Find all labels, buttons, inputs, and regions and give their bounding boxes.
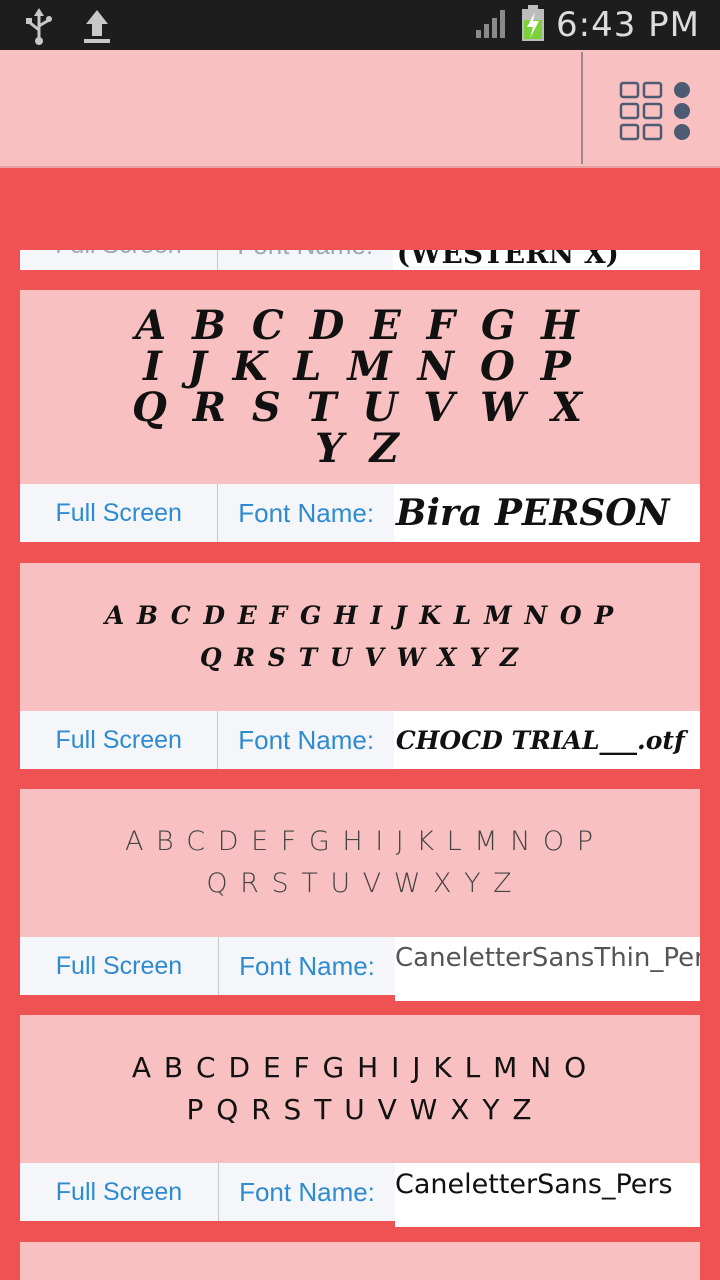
font-name-value: CHOCD TRIAL___.otf (393, 711, 701, 769)
full-screen-button[interactable]: Full Screen (20, 711, 219, 769)
font-card: A B C D E F G H I J K L M N O P Q R S T … (20, 290, 701, 542)
grid-menu-icon[interactable] (600, 66, 700, 152)
divider (581, 52, 583, 164)
font-preview[interactable]: A B C D E F G H I J K L M N O P Q R S T … (20, 1015, 700, 1163)
font-preview[interactable]: A B C D E F G H I J K L M N O P Q R S T … (20, 789, 700, 937)
font-name-value: (WESTERN X) (392, 250, 700, 270)
upload-icon (80, 6, 114, 50)
full-screen-button[interactable]: Full Screen (20, 937, 219, 995)
font-card: A B C D E F G H I J K L M N O P Q R S T … (20, 1015, 700, 1227)
card-footer: Full Screen Font Name: CHOCD TRIAL___.ot… (20, 711, 701, 769)
font-card: Full Screen Font Name: (WESTERN X) (20, 250, 700, 270)
font-card: A B C D E F G H I J K L M N O P Q R S T … (20, 789, 700, 1001)
font-name-value: Bira PERSON (393, 484, 701, 542)
font-preview-text: A B C D E F G H I J K L M N O P Q R S T … (131, 302, 589, 472)
full-screen-button[interactable]: Full Screen (20, 1163, 219, 1221)
font-preview-text: A B C D E F G H I J K L M N O P Q R S T … (131, 1051, 589, 1126)
signal-icon (474, 6, 510, 44)
full-screen-button[interactable]: Full Screen (20, 250, 218, 270)
font-name-value: CaneletterSans_Pers (395, 1163, 700, 1227)
font-name-label: Font Name: (239, 1176, 375, 1207)
font-name-label: Font Name: (218, 250, 393, 270)
font-preview[interactable]: A B C D E F G H I J K L M N O P Q R S T … (20, 290, 700, 484)
usb-icon (22, 6, 56, 50)
font-name-label: Font Name: (238, 497, 375, 528)
card-footer: Full Screen Font Name: CaneletterSans_Pe… (20, 1163, 700, 1227)
font-preview[interactable]: A B C D E F G H I J K L M N O P Q R S T … (20, 563, 700, 711)
full-screen-button[interactable]: Full Screen (20, 484, 219, 542)
font-name-value: CaneletterSansThin_Per (395, 937, 700, 1001)
font-preview-text: A B C D E F G H I J K L M N O P Q R S T … (104, 601, 616, 672)
clock: 6:43 PM (556, 5, 700, 45)
card-footer: Full Screen Font Name: Bira PERSON (20, 484, 701, 542)
battery-charging-icon (520, 4, 546, 46)
font-name-label: Font Name: (239, 950, 375, 981)
font-name-label: Font Name: (238, 724, 375, 755)
font-card: A B C D E F G H I J K L M N O P Q R S T … (20, 563, 701, 769)
font-card (20, 1242, 700, 1280)
status-bar: 6:43 PM (0, 0, 720, 50)
font-list[interactable]: Full Screen Font Name: (WESTERN X) A B C… (0, 250, 720, 1280)
card-footer: Full Screen Font Name: (WESTERN X) (20, 250, 700, 270)
card-footer: Full Screen Font Name: CaneletterSansThi… (20, 937, 700, 1001)
font-preview-text: A B C D E F G H I J K L M N O P Q R S T … (124, 826, 596, 899)
